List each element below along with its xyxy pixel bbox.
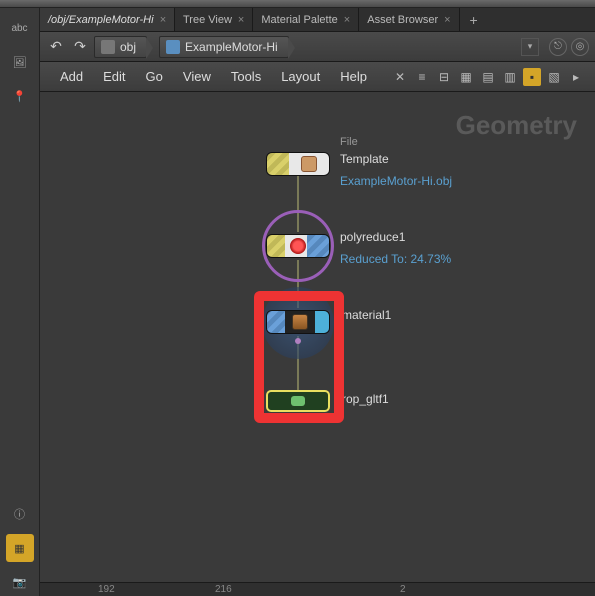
ruler: 192 216 2 <box>40 582 595 596</box>
target-icon[interactable]: ◎ <box>571 38 589 56</box>
path-bar: ↶ ↷ obj ExampleMotor-Hi ▾ ⎋ ◎ <box>40 32 595 62</box>
pin-view-icon[interactable]: ⎋ <box>549 38 567 56</box>
menu-layout[interactable]: Layout <box>271 69 330 84</box>
tab-material-palette[interactable]: Material Palette × <box>253 8 359 31</box>
window-top-strip <box>0 0 595 8</box>
breadcrumb-root[interactable]: obj <box>94 36 147 58</box>
annotation-highlight <box>254 291 344 423</box>
breadcrumb-current[interactable]: ExampleMotor-Hi <box>159 36 289 58</box>
ruler-tick: 2 <box>400 584 406 595</box>
geo-icon <box>166 40 180 54</box>
node-sublabel: ExampleMotor-Hi.obj <box>340 174 452 188</box>
node-polyreduce[interactable] <box>266 234 330 258</box>
path-dropdown[interactable]: ▾ <box>521 38 539 56</box>
close-icon[interactable]: × <box>160 14 166 26</box>
pin-icon[interactable]: 📍 <box>6 82 34 110</box>
sticky-icon[interactable]: ▪ <box>523 68 541 86</box>
tab-bar: /obj/ExampleMotor-Hi × Tree View × Mater… <box>40 8 595 32</box>
table-icon[interactable]: ▤ <box>479 68 497 86</box>
file-node-icon <box>301 156 317 172</box>
menu-go[interactable]: Go <box>136 69 173 84</box>
network-canvas[interactable]: Geometry File Template ExampleMotor-Hi.o… <box>40 92 595 596</box>
obj-icon <box>101 40 115 54</box>
list-icon[interactable]: ≡ <box>413 68 431 86</box>
chevron-right-icon[interactable]: ▸ <box>567 68 585 86</box>
tab-network-view[interactable]: /obj/ExampleMotor-Hi × <box>40 8 175 31</box>
tree-icon[interactable]: ⊟ <box>435 68 453 86</box>
breadcrumb-label: obj <box>120 40 136 54</box>
close-icon[interactable]: × <box>444 14 450 26</box>
menu-help[interactable]: Help <box>330 69 377 84</box>
tab-label: /obj/ExampleMotor-Hi <box>48 14 154 26</box>
text-label-icon: abc <box>6 14 34 42</box>
breadcrumb-label: ExampleMotor-Hi <box>185 40 278 54</box>
thumbs-icon[interactable]: ▥ <box>501 68 519 86</box>
image-icon[interactable]: 🖼 <box>6 48 34 76</box>
tab-label: Tree View <box>183 14 232 26</box>
close-icon[interactable]: × <box>238 14 244 26</box>
close-icon[interactable]: × <box>344 14 350 26</box>
add-tab-button[interactable]: + <box>460 8 488 31</box>
grid-view-icon[interactable]: ▦ <box>457 68 475 86</box>
node-file[interactable] <box>266 152 330 176</box>
tab-label: Asset Browser <box>367 14 438 26</box>
ruler-tick: 192 <box>98 584 115 595</box>
camera-icon[interactable]: 📷 <box>6 568 34 596</box>
info-icon[interactable]: ⓘ <box>6 500 34 528</box>
menu-edit[interactable]: Edit <box>93 69 135 84</box>
node-label: Template <box>340 152 389 166</box>
palette-icon[interactable]: ▧ <box>545 68 563 86</box>
ruler-tick: 216 <box>215 584 232 595</box>
tab-asset-browser[interactable]: Asset Browser × <box>359 8 459 31</box>
menu-view[interactable]: View <box>173 69 221 84</box>
tab-tree-view[interactable]: Tree View × <box>175 8 253 31</box>
tab-label: Material Palette <box>261 14 337 26</box>
node-type-tag: File <box>340 136 358 148</box>
menu-add[interactable]: Add <box>50 69 93 84</box>
polyreduce-node-icon <box>290 238 306 254</box>
node-label: material1 <box>342 308 391 322</box>
node-label: rop_gltf1 <box>342 392 389 406</box>
toolbar-icons: ✕ ≡ ⊟ ▦ ▤ ▥ ▪ ▧ ▸ <box>391 68 585 86</box>
nav-forward-icon[interactable]: ↷ <box>70 37 90 57</box>
grid-icon[interactable]: ▦ <box>6 534 34 562</box>
menu-bar: Add Edit Go View Tools Layout Help ✕ ≡ ⊟… <box>40 62 595 92</box>
left-tool-rail: abc 🖼 📍 ⓘ ▦ 📷 <box>0 8 40 596</box>
wrench-icon[interactable]: ✕ <box>391 68 409 86</box>
nav-back-icon[interactable]: ↶ <box>46 37 66 57</box>
node-sublabel: Reduced To: 24.73% <box>340 252 451 266</box>
menu-tools[interactable]: Tools <box>221 69 271 84</box>
node-label: polyreduce1 <box>340 230 405 244</box>
